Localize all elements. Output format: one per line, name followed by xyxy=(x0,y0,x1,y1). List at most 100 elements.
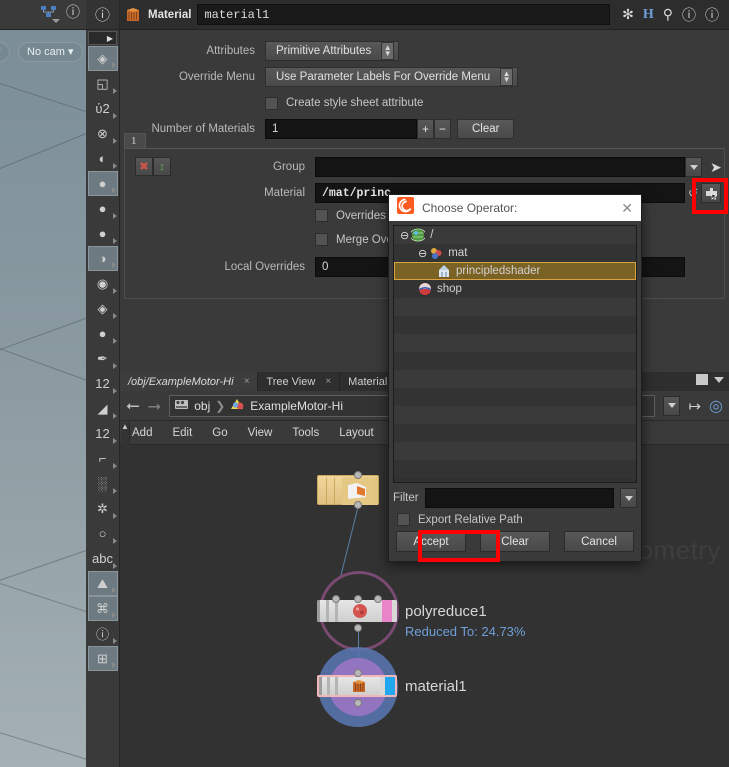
collapse-toggle-icon[interactable]: ⊖ xyxy=(418,247,427,260)
operator-tree[interactable]: ⊖/⊖matprincipledshadershop xyxy=(393,225,637,483)
camera-selector[interactable]: No cam ▾ xyxy=(18,42,83,62)
choose-operator-dialog[interactable]: Choose Operator: ✕ ⊖/⊖matprincipledshade… xyxy=(388,194,642,562)
background-image-icon[interactable]: ⛰ xyxy=(88,571,118,596)
merge-overrides-checkbox[interactable] xyxy=(315,233,328,246)
info-icon[interactable]: ⓘ xyxy=(88,621,118,646)
display-normals-vectors-icon[interactable]: ✲ xyxy=(88,496,118,521)
network-menu-go[interactable]: Go xyxy=(212,427,227,439)
help-icon[interactable]: ⓘ xyxy=(705,5,719,25)
revert-icon[interactable]: ↺ xyxy=(685,186,701,200)
search-icon[interactable]: ⚲ xyxy=(663,6,673,23)
network-menu-view[interactable]: View xyxy=(248,427,273,439)
network-tab-1[interactable]: Tree View× xyxy=(258,372,340,391)
forward-arrow-icon[interactable]: ⭢ xyxy=(148,396,162,416)
operator-tree-row-[interactable]: ⊖/ xyxy=(394,226,636,244)
network-menu-add[interactable]: Add xyxy=(132,427,152,439)
display-normals-icon[interactable]: ◈ xyxy=(88,296,118,321)
group-input[interactable] xyxy=(315,157,685,177)
network-nodes-icon[interactable] xyxy=(40,5,58,19)
pin-icon[interactable]: ↦ xyxy=(688,397,701,415)
network-tab-0[interactable]: /obj/ExampleMotor-Hi× xyxy=(120,372,258,391)
create-style-sheet-checkbox[interactable] xyxy=(265,97,278,110)
dialog-titlebar[interactable]: Choose Operator: ✕ xyxy=(389,195,641,221)
override-menu-dropdown[interactable]: Use Parameter Labels For Override Menu ▲… xyxy=(265,67,518,87)
smooth-shaded-icon[interactable]: ◐ xyxy=(88,146,118,171)
export-relative-path-checkbox[interactable] xyxy=(397,513,410,526)
group-label: Group xyxy=(125,161,315,173)
close-icon[interactable]: × xyxy=(325,376,331,387)
breadcrumb-item-obj[interactable]: obj xyxy=(174,398,210,414)
file-node-input[interactable] xyxy=(354,471,362,479)
point-trails-icon[interactable]: ✒ xyxy=(88,346,118,371)
viewport-3d[interactable] xyxy=(0,30,86,767)
path-dropdown-button[interactable] xyxy=(663,396,680,416)
filter-input[interactable] xyxy=(425,488,614,508)
display-points-icon[interactable]: ◉ xyxy=(88,271,118,296)
lock-selection-icon[interactable]: ὑ2 xyxy=(88,96,118,121)
group-dropdown-button[interactable] xyxy=(685,157,702,177)
material-input[interactable] xyxy=(354,669,362,677)
close-icon[interactable]: ✕ xyxy=(621,200,633,217)
clear-button[interactable]: Clear xyxy=(480,531,550,552)
multiparm-tab-1[interactable]: 1 xyxy=(124,133,146,148)
operator-tree-empty-row xyxy=(394,316,636,334)
polyreduce-node[interactable] xyxy=(317,600,397,622)
primitive-numbers-icon[interactable]: 12 xyxy=(88,421,118,446)
shelf-help-button[interactable]: ⓘ xyxy=(86,0,119,30)
operator-tree-row-mat[interactable]: ⊖mat xyxy=(394,244,636,262)
light-bulb-icon[interactable]: ● xyxy=(88,196,118,221)
menu-scroll-up-arrow[interactable]: ▲ xyxy=(121,422,130,445)
polyreduce-input-2[interactable] xyxy=(374,595,382,603)
attributes-dropdown[interactable]: Primitive Attributes ▲▼ xyxy=(265,41,399,61)
display-text-icon[interactable]: abc xyxy=(88,546,118,571)
operator-tree-row-shop[interactable]: shop xyxy=(394,280,636,298)
network-menu-tools[interactable]: Tools xyxy=(292,427,319,439)
display-origin-icon[interactable]: ○ xyxy=(88,521,118,546)
back-arrow-icon[interactable]: ⭠ xyxy=(126,396,140,416)
accept-button[interactable]: Accept xyxy=(396,531,466,552)
node-name-input[interactable]: material1 xyxy=(197,4,610,25)
filter-dropdown-button[interactable] xyxy=(620,488,637,508)
material-node[interactable] xyxy=(317,675,397,697)
material-node-icon xyxy=(124,6,142,24)
polyreduce-input-0[interactable] xyxy=(332,595,340,603)
display-vertex-markers-icon[interactable]: ⌐ xyxy=(88,446,118,471)
operator-chooser-button[interactable] xyxy=(701,183,721,203)
collapse-toggle-icon[interactable]: ⊖ xyxy=(400,229,409,242)
polyreduce-input-1[interactable] xyxy=(354,595,362,603)
gear-icon[interactable]: ✻ xyxy=(622,6,634,23)
light-placement-icon[interactable]: ● xyxy=(88,221,118,246)
breadcrumb-item-examplemotor[interactable]: ExampleMotor-Hi xyxy=(230,398,343,414)
display-flag-icon[interactable]: ◎ xyxy=(709,396,723,416)
material-output[interactable] xyxy=(354,699,362,707)
show-hide-geometry-icon[interactable]: ◈ xyxy=(88,46,118,71)
primitive-marker-icon[interactable]: ◢ xyxy=(88,396,118,421)
houdini-h-icon[interactable]: H xyxy=(643,7,654,23)
maximize-pane-icon[interactable] xyxy=(696,374,708,385)
pane-menu-icon[interactable] xyxy=(714,377,724,383)
display-breakpoints-icon[interactable]: ░ xyxy=(88,471,118,496)
display-textures-icon[interactable]: ◑ xyxy=(88,246,118,271)
grid-snapping-icon[interactable]: ⊞ xyxy=(88,646,118,671)
select-pointer-icon[interactable]: ➤ xyxy=(710,159,722,176)
operator-tree-row-principledshader[interactable]: principledshader xyxy=(394,262,636,280)
headlight-icon[interactable]: ● xyxy=(88,171,118,196)
shelf-collapse-arrow[interactable]: ▶ xyxy=(88,31,117,45)
file-node[interactable] xyxy=(317,475,379,505)
polyreduce-output[interactable] xyxy=(354,624,362,632)
point-numbers-icon[interactable]: 12 xyxy=(88,371,118,396)
no-shading-icon[interactable]: ⊗ xyxy=(88,121,118,146)
viewport-tool-shelf[interactable]: ⓘ ▶ ◈◱ὑ2⊗◐●●●◑◉◈●✒12◢12⌐░✲○abc⛰⌘ⓘ⊞ xyxy=(86,0,120,767)
display-handles-icon[interactable]: ⌘ xyxy=(88,596,118,621)
network-menu-layout[interactable]: Layout xyxy=(339,427,374,439)
overrides-checkbox[interactable] xyxy=(315,209,328,222)
select-visible-geometry-icon[interactable]: ◱ xyxy=(88,71,118,96)
help-icon[interactable]: ⓘ xyxy=(66,5,80,19)
point-marker-icon[interactable]: ● xyxy=(88,321,118,346)
info-icon[interactable]: ⓘ xyxy=(682,5,696,25)
cancel-button[interactable]: Cancel xyxy=(564,531,634,552)
file-node-output[interactable] xyxy=(354,501,362,509)
network-menu-edit[interactable]: Edit xyxy=(172,427,192,439)
chevron-right-icon xyxy=(113,438,117,444)
close-icon[interactable]: × xyxy=(244,376,250,387)
